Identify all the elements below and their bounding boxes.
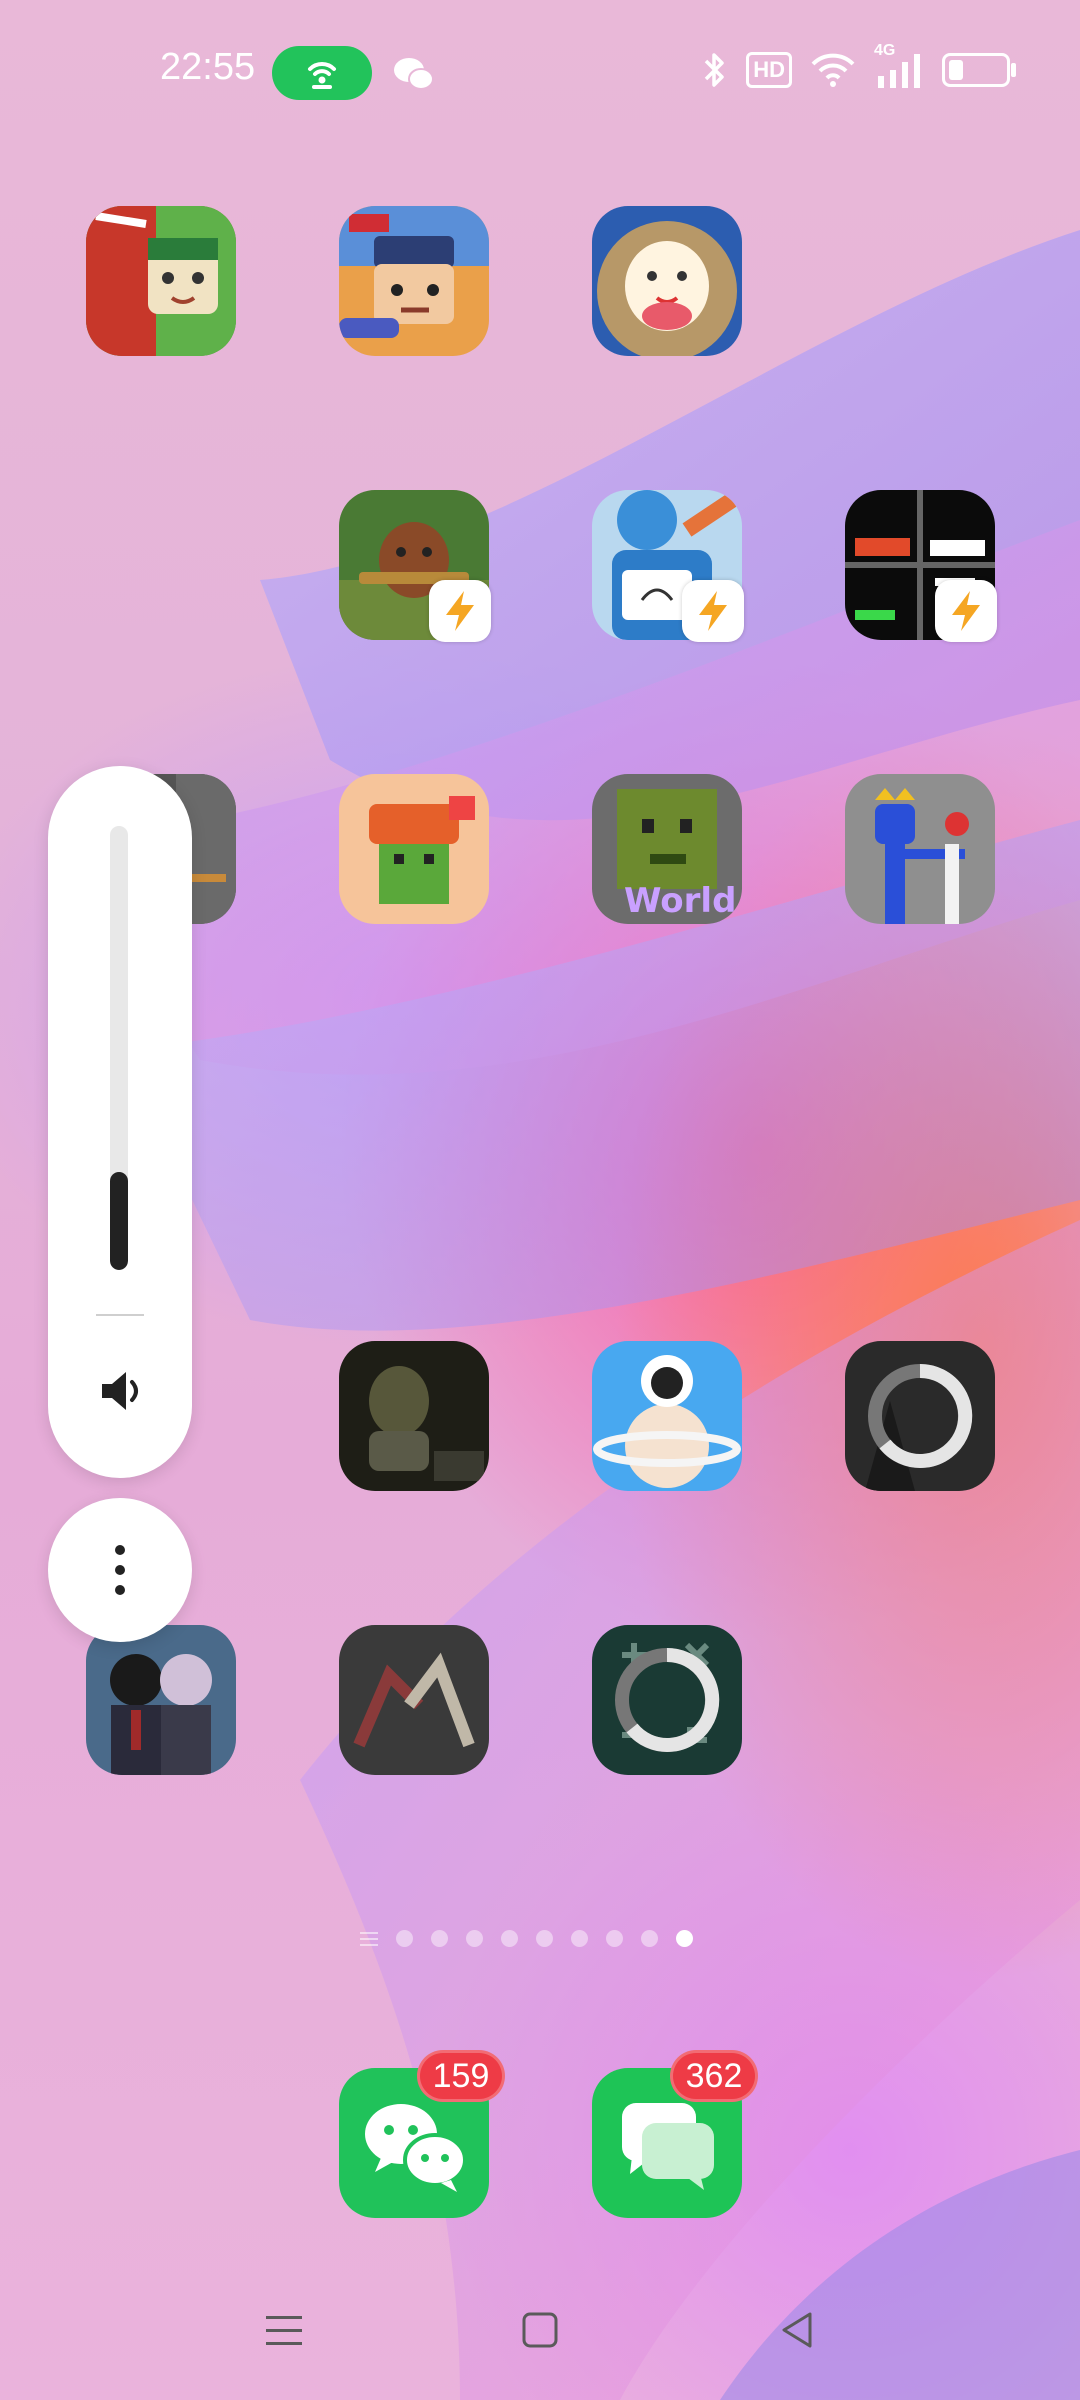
page-dot[interactable]: [606, 1930, 623, 1947]
wifi-icon: [810, 48, 856, 92]
mini-world-shooter-app[interactable]: [339, 206, 489, 356]
4g-signal-icon: 4G: [874, 42, 924, 92]
anime-school-app[interactable]: [86, 1625, 236, 1775]
page-dot[interactable]: [431, 1930, 448, 1947]
status-bar: 22:55 HD 4G: [0, 0, 1080, 140]
fight-game-app[interactable]: [339, 1625, 489, 1775]
pixel-game-app[interactable]: [845, 490, 997, 642]
unread-badge: 362: [670, 2050, 758, 2102]
page-dot[interactable]: [396, 1930, 413, 1947]
quick-app-flash-icon: [429, 580, 491, 642]
unread-badge: 159: [417, 2050, 505, 2102]
volume-level: [110, 1172, 128, 1270]
wechat-app[interactable]: 159: [339, 2050, 505, 2218]
navigation-bar: [0, 2300, 1080, 2370]
volume-slider[interactable]: [110, 826, 128, 1270]
status-time: 22:55: [160, 46, 256, 88]
toilet-game-app[interactable]: [339, 1341, 489, 1491]
page-dot[interactable]: [641, 1930, 658, 1947]
page-dot[interactable]: [466, 1930, 483, 1947]
more-vertical-icon: [115, 1545, 125, 1595]
blue-monster-app[interactable]: [845, 774, 995, 924]
page-indicator[interactable]: [360, 1930, 693, 1947]
menu-icon[interactable]: [254, 2300, 314, 2360]
bluetooth-icon: [702, 48, 728, 92]
svg-text:World: World: [624, 881, 736, 921]
speaker-icon[interactable]: [96, 1366, 146, 1416]
divider: [96, 1314, 144, 1316]
volume-more-button[interactable]: [48, 1498, 192, 1642]
calculator-loading-app[interactable]: [592, 1625, 742, 1775]
loading-app-1[interactable]: [845, 1341, 995, 1491]
back-icon[interactable]: [768, 2300, 828, 2360]
melon-world-app[interactable]: World: [592, 774, 742, 924]
astronaut-planet-app[interactable]: [592, 1341, 742, 1491]
page-dot[interactable]: [501, 1930, 518, 1947]
page-dot[interactable]: [676, 1930, 693, 1947]
page-dot[interactable]: [571, 1930, 588, 1947]
quick-app-flash-icon: [682, 580, 744, 642]
home-icon[interactable]: [510, 2300, 570, 2360]
list-view-icon[interactable]: [360, 1931, 378, 1946]
volume-panel: [48, 766, 192, 1478]
page-dot[interactable]: [536, 1930, 553, 1947]
hd-icon: HD: [746, 48, 792, 92]
mini-world-app[interactable]: [86, 206, 236, 356]
bear-gun-game-app[interactable]: [339, 490, 491, 642]
egg-party-app[interactable]: [592, 206, 742, 356]
wechat-icon: [394, 58, 434, 90]
hotspot-icon: [272, 46, 372, 100]
quick-app-flash-icon: [935, 580, 997, 642]
battery-icon: [942, 48, 1016, 92]
messages-app[interactable]: 362: [592, 2050, 758, 2218]
draw-cat-app[interactable]: [592, 490, 744, 642]
melon-playground-app[interactable]: [339, 774, 489, 924]
